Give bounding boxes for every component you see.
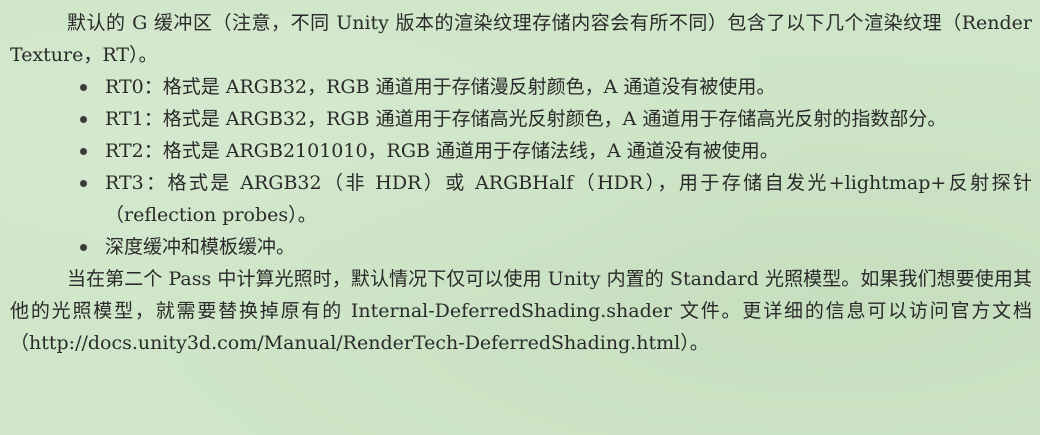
list-item-text: RT3：格式是 ARGB32（非 HDR）或 ARGBHalf（HDR），用于存… bbox=[105, 172, 1032, 226]
list-item-text: RT0：格式是 ARGB32，RGB 通道用于存储漫反射颜色，A 通道没有被使用… bbox=[105, 76, 776, 98]
render-texture-list: RT0：格式是 ARGB32，RGB 通道用于存储漫反射颜色，A 通道没有被使用… bbox=[10, 71, 1032, 263]
bullet-icon bbox=[80, 84, 87, 91]
document-body: 默认的 G 缓冲区（注意，不同 Unity 版本的渲染纹理存储内容会有所不同）包… bbox=[10, 7, 1032, 359]
list-item-rt2: RT2：格式是 ARGB2101010，RGB 通道用于存储法线，A 通道没有被… bbox=[80, 135, 1032, 167]
list-item-depth-stencil: 深度缓冲和模板缓冲。 bbox=[80, 231, 1032, 263]
bullet-icon bbox=[80, 180, 87, 187]
list-item-rt0: RT0：格式是 ARGB32，RGB 通道用于存储漫反射颜色，A 通道没有被使用… bbox=[80, 71, 1032, 103]
intro-paragraph: 默认的 G 缓冲区（注意，不同 Unity 版本的渲染纹理存储内容会有所不同）包… bbox=[10, 12, 1032, 66]
list-item-rt1: RT1：格式是 ARGB32，RGB 通道用于存储高光反射颜色，A 通道用于存储… bbox=[80, 103, 1032, 135]
bullet-icon bbox=[80, 244, 87, 251]
list-item-text: RT1：格式是 ARGB32，RGB 通道用于存储高光反射颜色，A 通道用于存储… bbox=[105, 108, 947, 130]
outro-paragraph: 当在第二个 Pass 中计算光照时，默认情况下仅可以使用 Unity 内置的 S… bbox=[10, 268, 1032, 354]
list-item-text: RT2：格式是 ARGB2101010，RGB 通道用于存储法线，A 通道没有被… bbox=[105, 140, 779, 162]
document-page: 默认的 G 缓冲区（注意，不同 Unity 版本的渲染纹理存储内容会有所不同）包… bbox=[0, 0, 1040, 435]
bullet-icon bbox=[80, 148, 87, 155]
bullet-icon bbox=[80, 116, 87, 123]
list-item-text: 深度缓冲和模板缓冲。 bbox=[105, 236, 296, 258]
list-item-rt3: RT3：格式是 ARGB32（非 HDR）或 ARGBHalf（HDR），用于存… bbox=[80, 167, 1032, 231]
